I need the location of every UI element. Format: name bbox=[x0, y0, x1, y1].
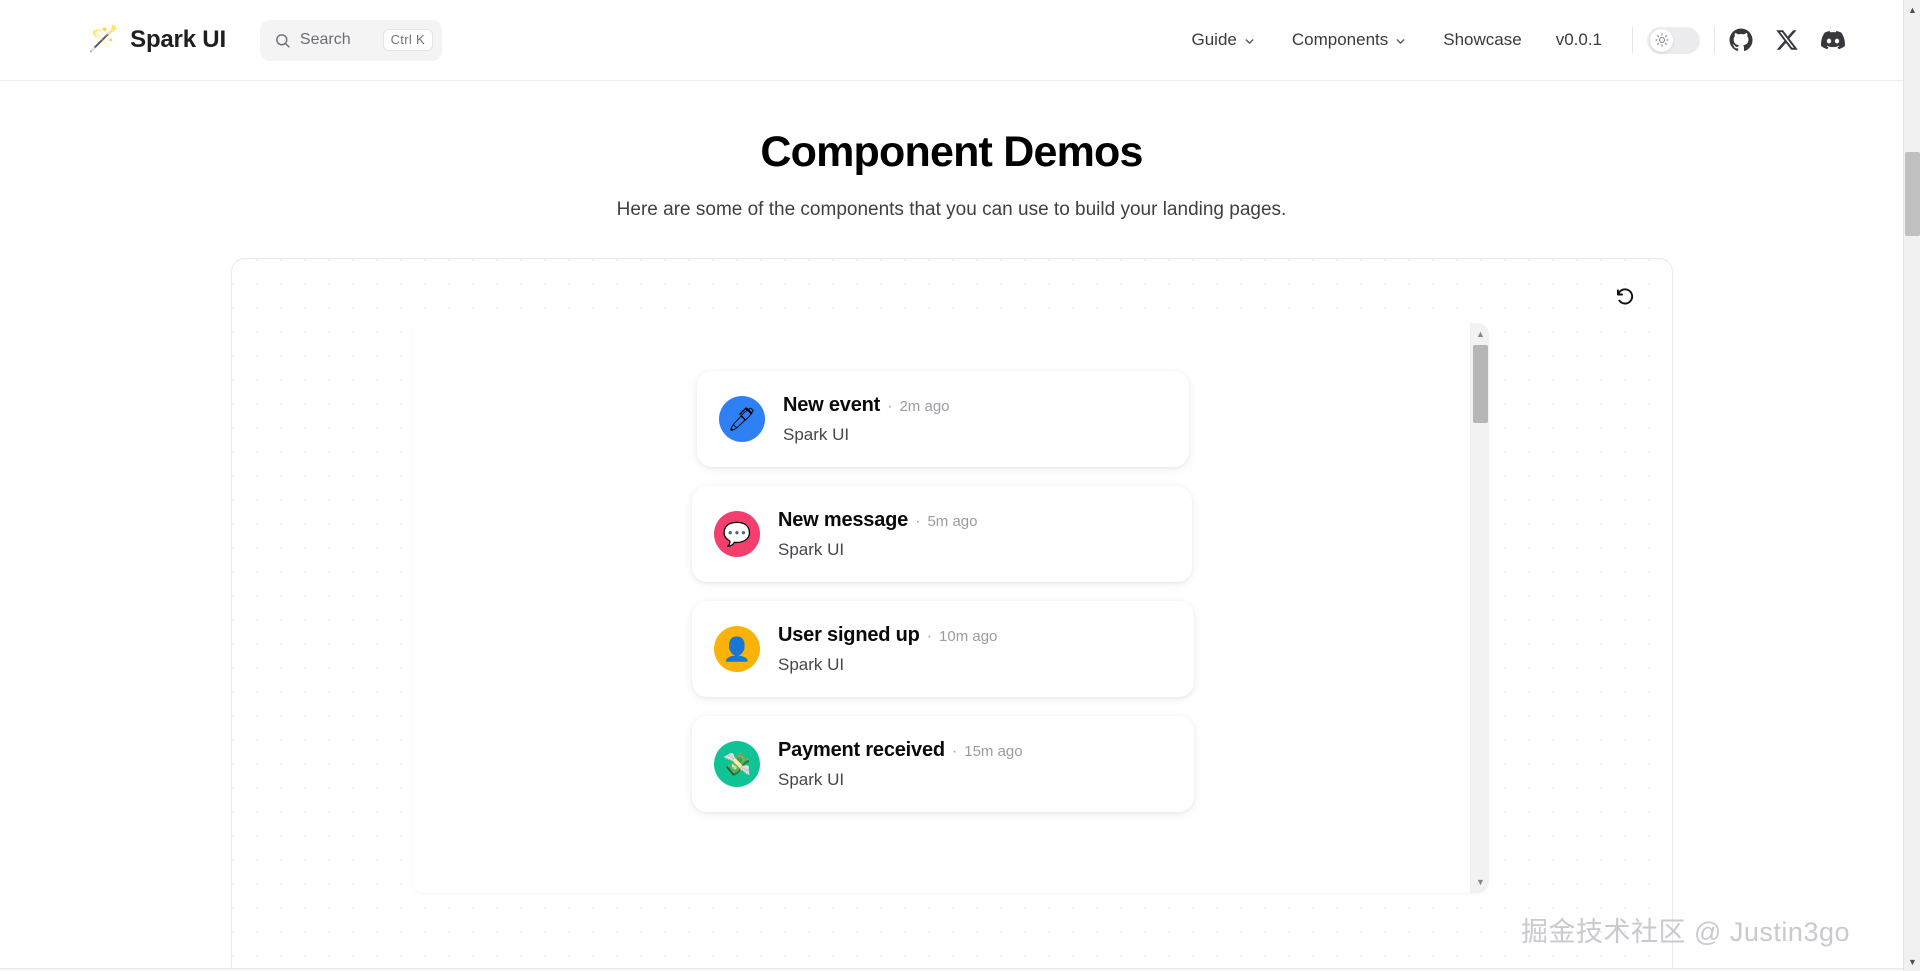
search-placeholder: Search bbox=[299, 31, 351, 48]
chevron-down-icon bbox=[1245, 38, 1254, 44]
notification-source: Spark UI bbox=[778, 539, 845, 559]
page-title: Component Demos bbox=[760, 128, 1143, 176]
notification-head: New event · 2m ago bbox=[783, 394, 1167, 417]
brand-title: Spark UI bbox=[130, 26, 226, 53]
notification-source: Spark UI bbox=[783, 424, 850, 444]
pencil-icon: 🖊 bbox=[719, 396, 765, 442]
browser-viewport: 🪄 Spark UI Search Ctrl K Guide Component… bbox=[0, 0, 1920, 971]
notification-title: New message bbox=[778, 508, 909, 531]
header-divider-2 bbox=[1714, 27, 1715, 53]
browser-scrollbar-thumb[interactable] bbox=[1905, 152, 1920, 236]
reset-demo-button[interactable] bbox=[1608, 279, 1642, 313]
notification-title: New event bbox=[783, 393, 881, 416]
site-header: 🪄 Spark UI Search Ctrl K Guide Component… bbox=[0, 0, 1903, 81]
x-twitter-icon[interactable] bbox=[1775, 28, 1799, 52]
notification-body: New message · 5m ago Spark UI bbox=[778, 509, 1170, 560]
social-links bbox=[1729, 28, 1845, 52]
nav-item-label: Components bbox=[1291, 30, 1389, 49]
theme-toggle-knob bbox=[1650, 28, 1673, 52]
brand-logo-link[interactable]: 🪄 Spark UI bbox=[88, 26, 226, 54]
main-nav: Guide Components Showcase v0.0.1 bbox=[1173, 24, 1729, 56]
browser-scroll-up-arrow-icon[interactable]: ▲ bbox=[1904, 1, 1920, 18]
theme-toggle[interactable] bbox=[1647, 26, 1700, 54]
chat-bubble-icon: 💬 bbox=[714, 511, 760, 557]
notification-separator: · bbox=[926, 627, 933, 645]
scrollbar-thumb[interactable] bbox=[1473, 345, 1488, 423]
notification-separator: · bbox=[887, 397, 893, 415]
nav-item-components[interactable]: Components bbox=[1274, 24, 1425, 56]
demo-panel: 🖊 New event · 2m ago Spark UI 💬 New mess… bbox=[231, 258, 1673, 971]
sun-icon bbox=[1654, 33, 1669, 47]
notification-source: Spark UI bbox=[778, 654, 845, 674]
list-item[interactable]: 👤 User signed up · 10m ago Spark UI bbox=[692, 601, 1194, 697]
demo-stage: 🖊 New event · 2m ago Spark UI 💬 New mess… bbox=[412, 323, 1489, 893]
search-shortcut-kbd: Ctrl K bbox=[382, 29, 433, 51]
magic-wand-icon: 🪄 bbox=[88, 24, 120, 53]
notification-title: User signed up bbox=[778, 623, 920, 646]
search-icon bbox=[276, 33, 290, 48]
browser-scroll-down-arrow-icon[interactable]: ▼ bbox=[1904, 953, 1920, 970]
nav-item-showcase[interactable]: Showcase bbox=[1425, 24, 1539, 56]
header-divider-1 bbox=[1632, 27, 1633, 53]
list-item[interactable]: 💸 Payment received · 15m ago Spark UI bbox=[692, 716, 1194, 812]
notification-time: 2m ago bbox=[899, 397, 950, 415]
scroll-up-arrow-icon[interactable]: ▲ bbox=[1471, 325, 1489, 343]
notification-body: User signed up · 10m ago Spark UI bbox=[778, 624, 1172, 675]
notification-body: New event · 2m ago Spark UI bbox=[783, 394, 1167, 445]
search-input[interactable]: Search Ctrl K bbox=[259, 19, 442, 61]
notification-time: 10m ago bbox=[939, 627, 998, 645]
list-item[interactable]: 🖊 New event · 2m ago Spark UI bbox=[697, 371, 1189, 467]
list-item[interactable]: 💬 New message · 5m ago Spark UI bbox=[692, 486, 1192, 582]
notification-time: 5m ago bbox=[927, 512, 978, 530]
notification-head: User signed up · 10m ago bbox=[778, 624, 1172, 647]
browser-scrollbar[interactable]: ▲ ▼ bbox=[1903, 0, 1920, 971]
nav-item-label: Showcase bbox=[1443, 30, 1522, 49]
notification-head: New message · 5m ago bbox=[778, 509, 1170, 532]
github-icon[interactable] bbox=[1729, 28, 1753, 52]
notification-time: 15m ago bbox=[964, 742, 1023, 760]
nav-item-guide[interactable]: Guide bbox=[1173, 24, 1273, 56]
notification-list: 🖊 New event · 2m ago Spark UI 💬 New mess… bbox=[412, 371, 1442, 831]
notification-scrollbar[interactable]: ▲ ▼ bbox=[1470, 323, 1489, 893]
scroll-down-arrow-icon[interactable]: ▼ bbox=[1471, 873, 1489, 891]
version-label[interactable]: v0.0.1 bbox=[1540, 24, 1618, 56]
notification-scroll-area[interactable]: 🖊 New event · 2m ago Spark UI 💬 New mess… bbox=[412, 323, 1489, 893]
user-icon: 👤 bbox=[714, 626, 760, 672]
notification-source: Spark UI bbox=[778, 769, 845, 789]
discord-icon[interactable] bbox=[1821, 28, 1845, 52]
notification-body: Payment received · 15m ago Spark UI bbox=[778, 739, 1172, 790]
page-body: Component Demos Here are some of the com… bbox=[0, 81, 1903, 971]
page-subtitle: Here are some of the components that you… bbox=[616, 199, 1287, 220]
nav-item-label: Guide bbox=[1191, 30, 1237, 49]
notification-head: Payment received · 15m ago bbox=[778, 739, 1172, 762]
chevron-down-icon bbox=[1396, 38, 1405, 44]
money-icon: 💸 bbox=[714, 741, 760, 787]
notification-separator: · bbox=[915, 512, 921, 530]
rotate-ccw-icon bbox=[1616, 288, 1634, 305]
notification-separator: · bbox=[951, 742, 958, 760]
notification-title: Payment received bbox=[778, 738, 945, 761]
